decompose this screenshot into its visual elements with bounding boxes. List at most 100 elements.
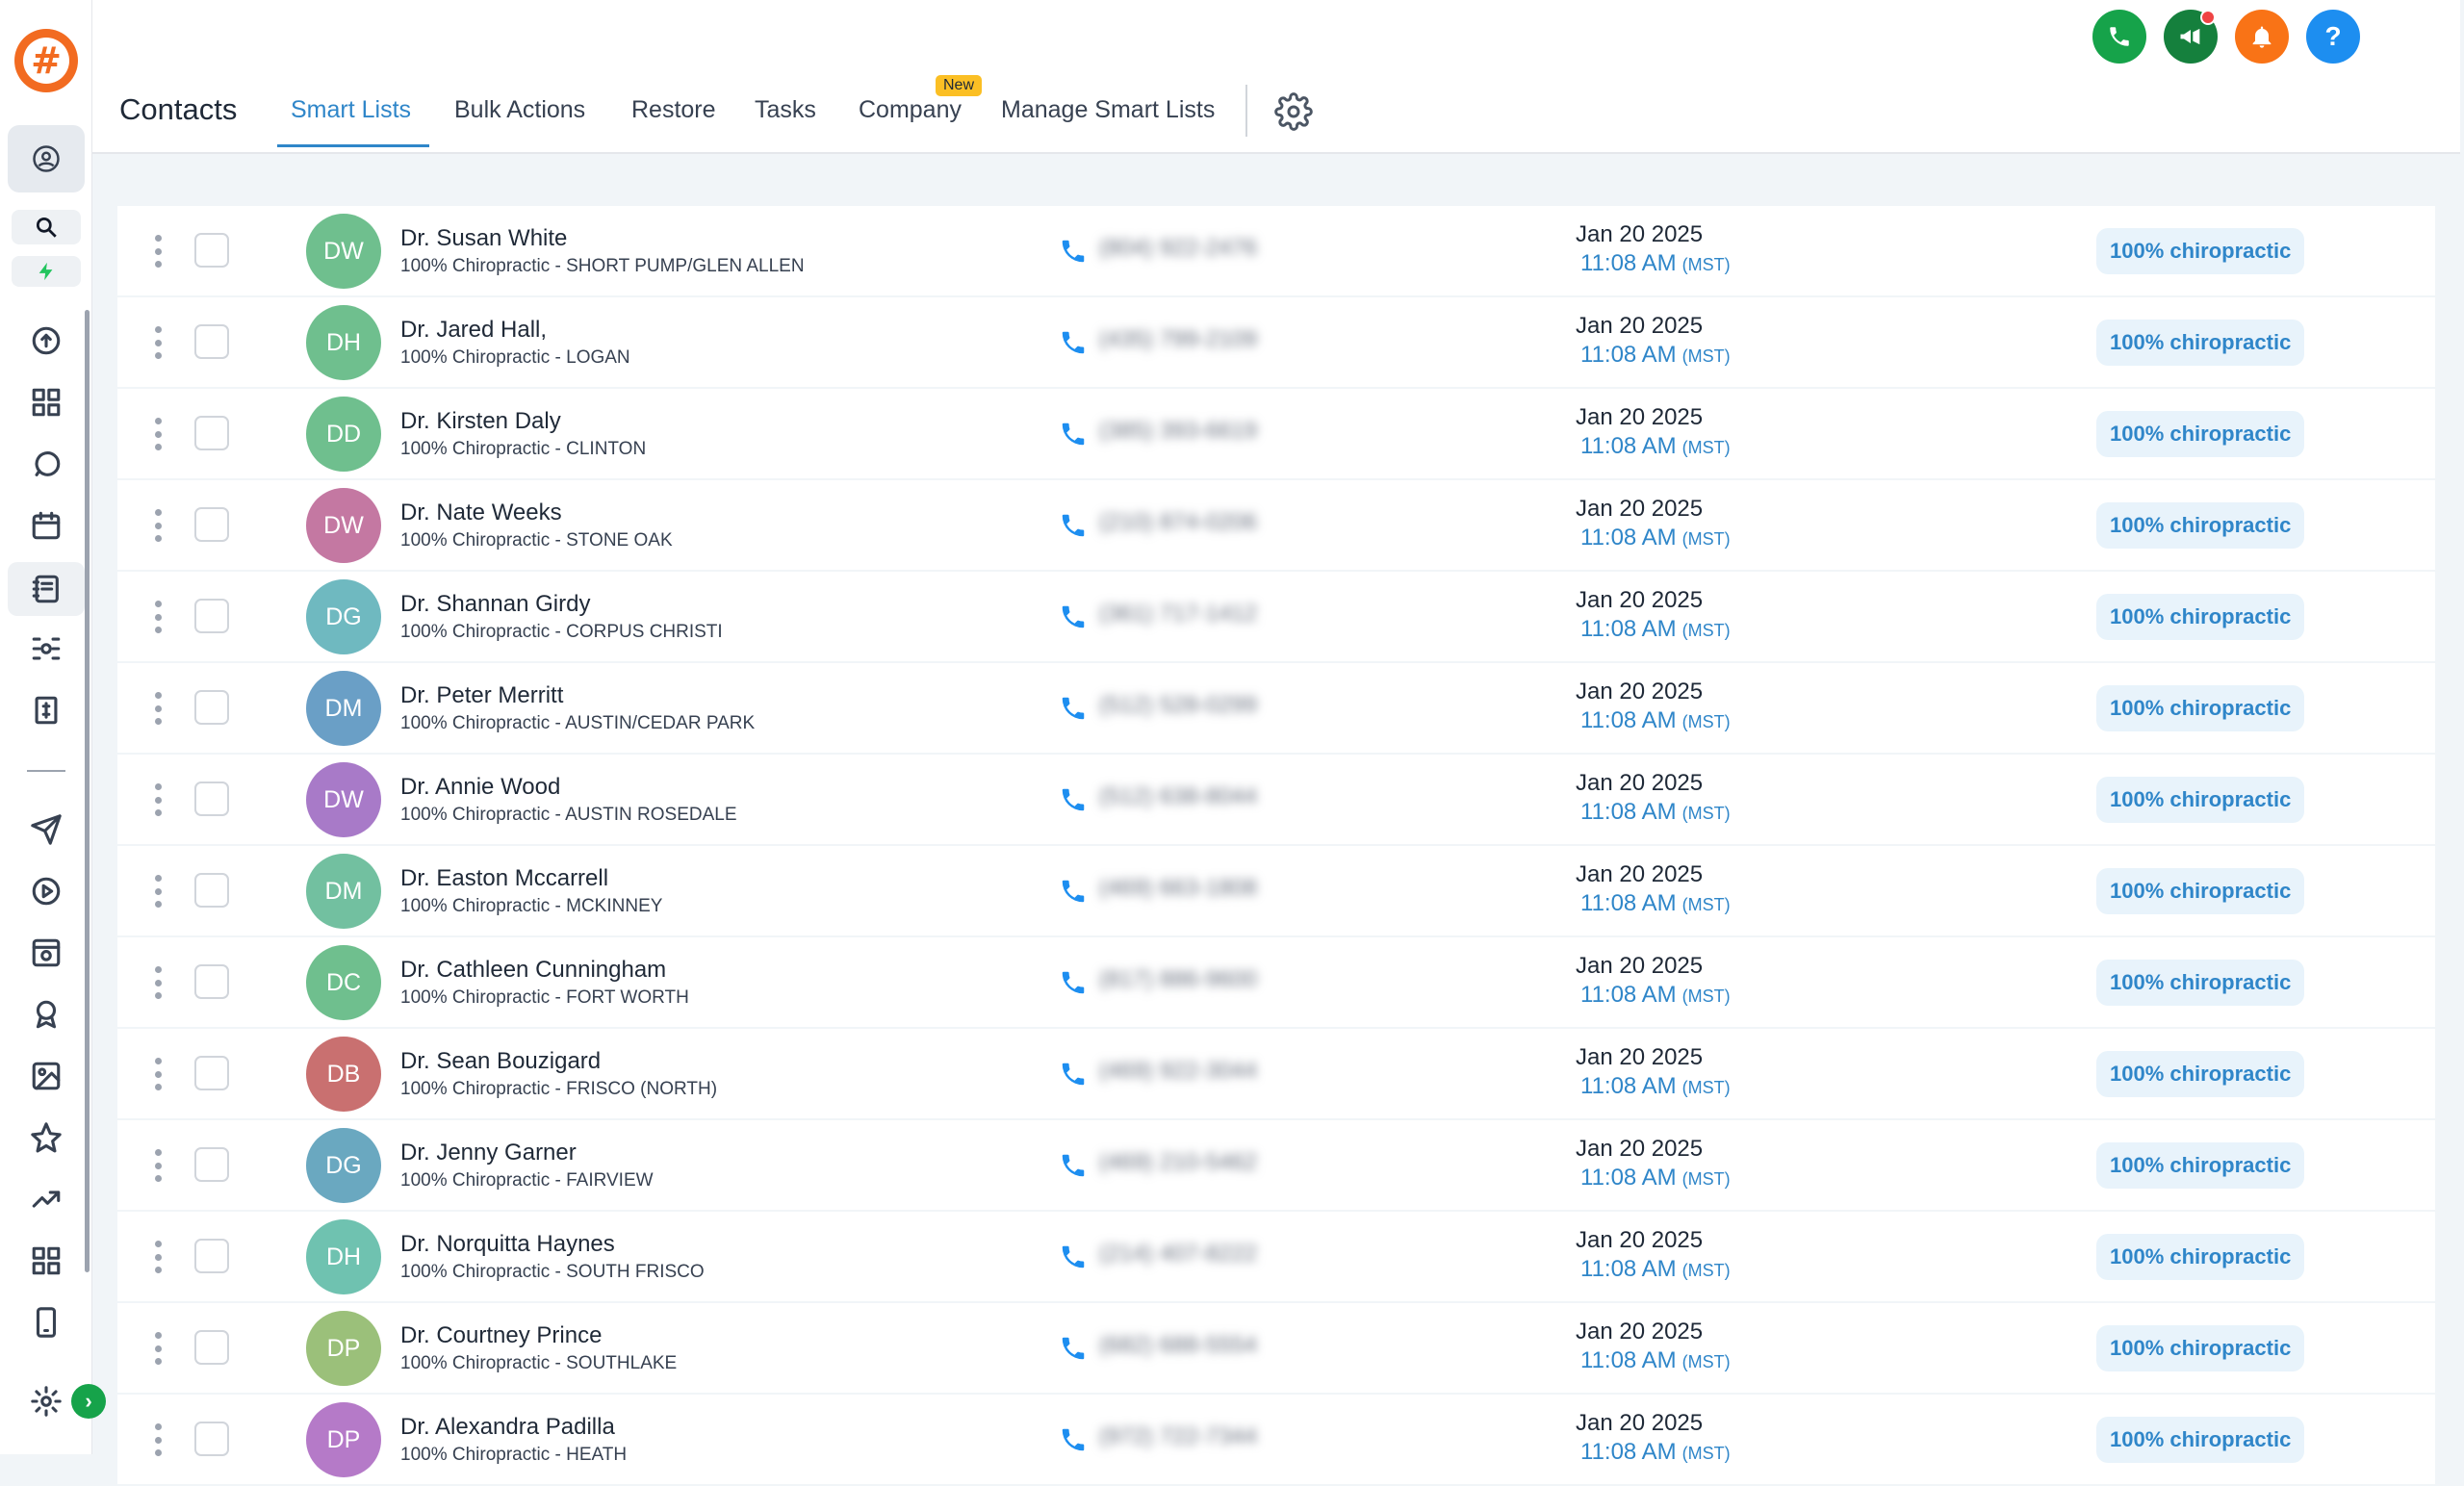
contact-phone[interactable]: (972) 722-7344 [1099,1423,1257,1450]
table-row[interactable]: DB Dr. Sean Bouzigard 100% Chiropractic … [117,1029,2435,1120]
phone-icon[interactable] [1059,694,1088,723]
sidebar-item-media[interactable] [23,1053,69,1099]
table-row[interactable]: DC Dr. Cathleen Cunningham 100% Chiropra… [117,937,2435,1029]
phone-icon[interactable] [1059,237,1088,266]
sidebar-item-conversations[interactable] [23,441,69,487]
table-row[interactable]: DH Dr. Jared Hall, 100% Chiropractic - L… [117,297,2435,389]
table-row[interactable]: DW Dr. Nate Weeks 100% Chiropractic - ST… [117,480,2435,572]
app-logo[interactable]: # [14,29,78,92]
table-row[interactable]: DG Dr. Jenny Garner 100% Chiropractic - … [117,1120,2435,1212]
contact-phone[interactable]: (361) 717-1412 [1099,601,1257,628]
sidebar-item-calendars[interactable] [23,502,69,549]
row-checkbox[interactable] [194,416,229,450]
contact-name[interactable]: Dr. Alexandra Padilla [400,1414,615,1441]
tag-badge[interactable]: 100% chiropractic [2096,1051,2305,1097]
table-row[interactable]: DW Dr. Susan White 100% Chiropractic - S… [117,206,2435,297]
phone-icon[interactable] [1059,1060,1088,1089]
contact-name[interactable]: Dr. Peter Merritt [400,682,563,709]
tag-badge[interactable]: 100% chiropractic [2096,1234,2305,1280]
sidebar-expand-button[interactable]: › [71,1384,106,1419]
sidebar-item-account[interactable] [8,125,85,192]
row-checkbox[interactable] [194,1330,229,1365]
sidebar-item-opportunities[interactable] [23,626,69,672]
contact-name[interactable]: Dr. Easton Mccarrell [400,865,608,892]
row-menu-icon[interactable] [154,1423,162,1456]
phone-icon[interactable] [1059,1243,1088,1271]
phone-icon[interactable] [1059,328,1088,357]
phone-icon[interactable] [1059,602,1088,631]
phone-icon[interactable] [1059,877,1088,906]
row-menu-icon[interactable] [154,601,162,633]
row-menu-icon[interactable] [154,1332,162,1365]
row-menu-icon[interactable] [154,966,162,999]
table-row[interactable]: DP Dr. Alexandra Padilla 100% Chiropract… [117,1395,2435,1486]
tag-badge[interactable]: 100% chiropractic [2096,1417,2305,1463]
contact-name[interactable]: Dr. Annie Wood [400,774,560,801]
contact-phone[interactable]: (682) 688-5554 [1099,1332,1257,1359]
phone-icon[interactable] [1059,968,1088,997]
contact-phone[interactable]: (512) 638-8044 [1099,783,1257,810]
sidebar-item-reputation[interactable] [23,1114,69,1161]
sidebar-item-reporting[interactable] [23,1176,69,1222]
row-checkbox[interactable] [194,324,229,359]
row-menu-icon[interactable] [154,235,162,268]
sidebar-item-dashboard[interactable] [23,379,69,425]
table-row[interactable]: DP Dr. Courtney Prince 100% Chiropractic… [117,1303,2435,1395]
row-menu-icon[interactable] [154,692,162,725]
tab-smart-lists[interactable]: Smart Lists [291,96,411,124]
sidebar-scrollbar[interactable] [85,310,90,1272]
row-checkbox[interactable] [194,964,229,999]
sidebar-item-contacts[interactable] [23,566,69,612]
contact-phone[interactable]: (804) 922-2476 [1099,235,1257,262]
contact-phone[interactable]: (210) 874-0206 [1099,509,1257,536]
contact-name[interactable]: Dr. Jared Hall, [400,317,547,344]
contact-phone[interactable]: (214) 407-8222 [1099,1241,1257,1268]
phone-icon[interactable] [1059,1151,1088,1180]
tag-badge[interactable]: 100% chiropractic [2096,594,2305,640]
settings-gear-icon[interactable] [1274,92,1313,131]
row-menu-icon[interactable] [154,783,162,816]
contact-phone[interactable]: (469) 210-5462 [1099,1149,1257,1176]
contact-name[interactable]: Dr. Sean Bouzigard [400,1048,601,1075]
phone-icon[interactable] [1059,511,1088,540]
contact-phone[interactable]: (385) 393-6619 [1099,418,1257,445]
row-menu-icon[interactable] [154,1058,162,1090]
table-row[interactable]: DG Dr. Shannan Girdy 100% Chiropractic -… [117,572,2435,663]
tab-company[interactable]: Company [859,96,962,124]
sidebar-item-automation[interactable] [23,868,69,914]
help-button[interactable]: ? [2306,10,2360,64]
row-menu-icon[interactable] [154,875,162,908]
row-checkbox[interactable] [194,1422,229,1456]
contact-name[interactable]: Dr. Norquitta Haynes [400,1231,615,1258]
row-menu-icon[interactable] [154,1241,162,1273]
row-menu-icon[interactable] [154,326,162,359]
row-checkbox[interactable] [194,781,229,816]
tag-badge[interactable]: 100% chiropractic [2096,320,2305,366]
tab-manage-smart-lists[interactable]: Manage Smart Lists [1001,96,1215,124]
tab-restore[interactable]: Restore [631,96,716,124]
sidebar-item-payments[interactable] [23,687,69,733]
tag-badge[interactable]: 100% chiropractic [2096,1142,2305,1189]
sidebar-search[interactable] [12,210,81,244]
tag-badge[interactable]: 100% chiropractic [2096,960,2305,1006]
sidebar-quick-actions[interactable] [12,256,81,287]
contact-name[interactable]: Dr. Jenny Garner [400,1140,577,1166]
contact-name[interactable]: Dr. Courtney Prince [400,1322,602,1349]
sidebar-item-settings[interactable] [23,1378,69,1424]
tag-badge[interactable]: 100% chiropractic [2096,228,2305,274]
row-checkbox[interactable] [194,599,229,633]
phone-icon[interactable] [1059,1334,1088,1363]
contact-phone[interactable]: (817) 886-9600 [1099,966,1257,993]
row-checkbox[interactable] [194,233,229,268]
phone-icon[interactable] [1059,1425,1088,1454]
sidebar-item-sites[interactable] [23,930,69,976]
sidebar-item-launchpad[interactable] [23,318,69,364]
contact-name[interactable]: Dr. Shannan Girdy [400,591,590,618]
tab-tasks[interactable]: Tasks [755,96,816,124]
row-checkbox[interactable] [194,1056,229,1090]
table-row[interactable]: DW Dr. Annie Wood 100% Chiropractic - AU… [117,755,2435,846]
contact-name[interactable]: Dr. Nate Weeks [400,500,562,526]
row-menu-icon[interactable] [154,418,162,450]
contact-name[interactable]: Dr. Kirsten Daly [400,408,561,435]
phone-icon[interactable] [1059,785,1088,814]
